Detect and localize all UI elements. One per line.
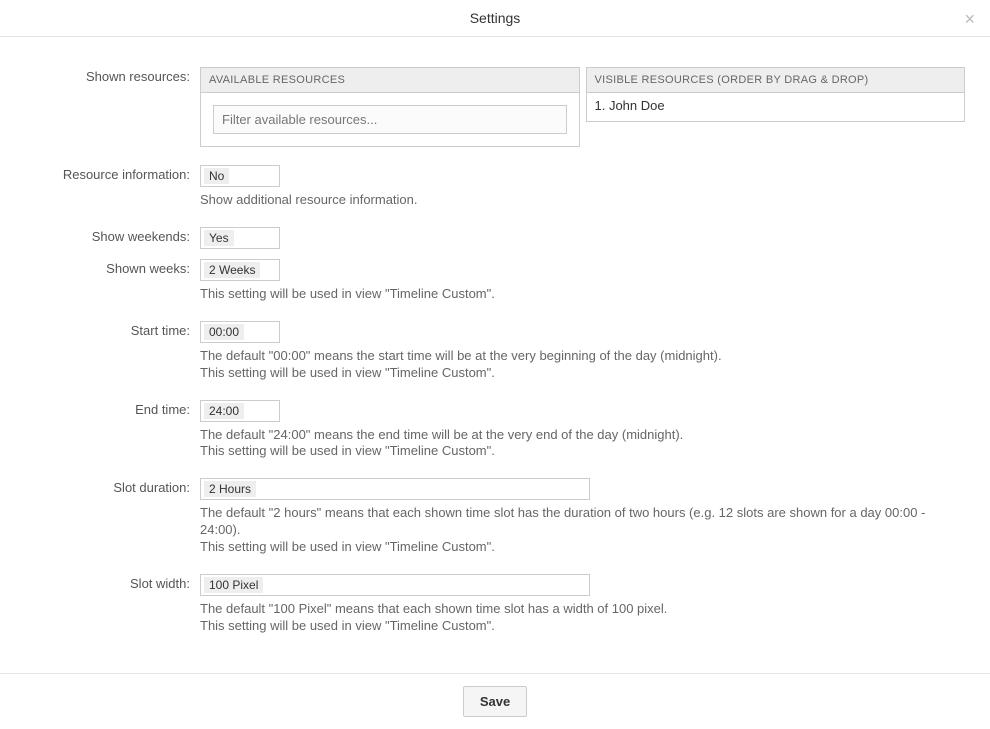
label-slot-width: Slot width: bbox=[25, 574, 200, 635]
end-time-help1: The default "24:00" means the end time w… bbox=[200, 427, 965, 444]
shown-weeks-value: 2 Weeks bbox=[204, 262, 260, 278]
row-end-time: End time: 24:00 The default "24:00" mean… bbox=[25, 400, 965, 461]
close-button[interactable]: × bbox=[964, 10, 975, 28]
modal-title: Settings bbox=[470, 10, 521, 26]
visible-resources-panel: VISIBLE RESOURCES (ORDER BY DRAG & DROP)… bbox=[586, 67, 966, 122]
slot-duration-help2: This setting will be used in view "Timel… bbox=[200, 539, 965, 556]
label-end-time: End time: bbox=[25, 400, 200, 461]
resource-information-select[interactable]: No bbox=[200, 165, 280, 187]
row-slot-duration: Slot duration: 2 Hours The default "2 ho… bbox=[25, 478, 965, 556]
slot-duration-value: 2 Hours bbox=[204, 481, 256, 497]
save-button[interactable]: Save bbox=[463, 686, 527, 717]
start-time-value: 00:00 bbox=[204, 324, 244, 340]
label-shown-weeks: Shown weeks: bbox=[25, 259, 200, 303]
slot-width-value: 100 Pixel bbox=[204, 577, 263, 593]
shown-weeks-select[interactable]: 2 Weeks bbox=[200, 259, 280, 281]
available-resources-header: AVAILABLE RESOURCES bbox=[201, 68, 579, 93]
show-weekends-select[interactable]: Yes bbox=[200, 227, 280, 249]
modal-body: Shown resources: AVAILABLE RESOURCES VIS… bbox=[0, 37, 990, 673]
end-time-help2: This setting will be used in view "Timel… bbox=[200, 443, 965, 460]
start-time-help1: The default "00:00" means the start time… bbox=[200, 348, 965, 365]
modal-header: Settings × bbox=[0, 0, 990, 37]
label-start-time: Start time: bbox=[25, 321, 200, 382]
slot-width-help2: This setting will be used in view "Timel… bbox=[200, 618, 965, 635]
label-shown-resources: Shown resources: bbox=[25, 67, 200, 147]
available-resources-panel: AVAILABLE RESOURCES bbox=[200, 67, 580, 147]
row-resource-information: Resource information: No Show additional… bbox=[25, 165, 965, 209]
label-show-weekends: Show weekends: bbox=[25, 227, 200, 249]
visible-resource-item[interactable]: 1. John Doe bbox=[587, 93, 965, 118]
row-show-weekends: Show weekends: Yes bbox=[25, 227, 965, 249]
label-resource-information: Resource information: bbox=[25, 165, 200, 209]
row-shown-weeks: Shown weeks: 2 Weeks This setting will b… bbox=[25, 259, 965, 303]
resource-information-help: Show additional resource information. bbox=[200, 192, 965, 209]
slot-width-select[interactable]: 100 Pixel bbox=[200, 574, 590, 596]
slot-width-help1: The default "100 Pixel" means that each … bbox=[200, 601, 965, 618]
row-slot-width: Slot width: 100 Pixel The default "100 P… bbox=[25, 574, 965, 635]
label-slot-duration: Slot duration: bbox=[25, 478, 200, 556]
end-time-value: 24:00 bbox=[204, 403, 244, 419]
filter-resources-input[interactable] bbox=[213, 105, 567, 134]
row-shown-resources: Shown resources: AVAILABLE RESOURCES VIS… bbox=[25, 67, 965, 147]
row-start-time: Start time: 00:00 The default "00:00" me… bbox=[25, 321, 965, 382]
start-time-help2: This setting will be used in view "Timel… bbox=[200, 365, 965, 382]
slot-duration-help1: The default "2 hours" means that each sh… bbox=[200, 505, 965, 539]
resource-information-value: No bbox=[204, 168, 229, 184]
show-weekends-value: Yes bbox=[204, 230, 234, 246]
shown-weeks-help: This setting will be used in view "Timel… bbox=[200, 286, 965, 303]
visible-resources-header: VISIBLE RESOURCES (ORDER BY DRAG & DROP) bbox=[587, 68, 965, 93]
modal-footer: Save bbox=[0, 673, 990, 729]
start-time-select[interactable]: 00:00 bbox=[200, 321, 280, 343]
end-time-select[interactable]: 24:00 bbox=[200, 400, 280, 422]
slot-duration-select[interactable]: 2 Hours bbox=[200, 478, 590, 500]
